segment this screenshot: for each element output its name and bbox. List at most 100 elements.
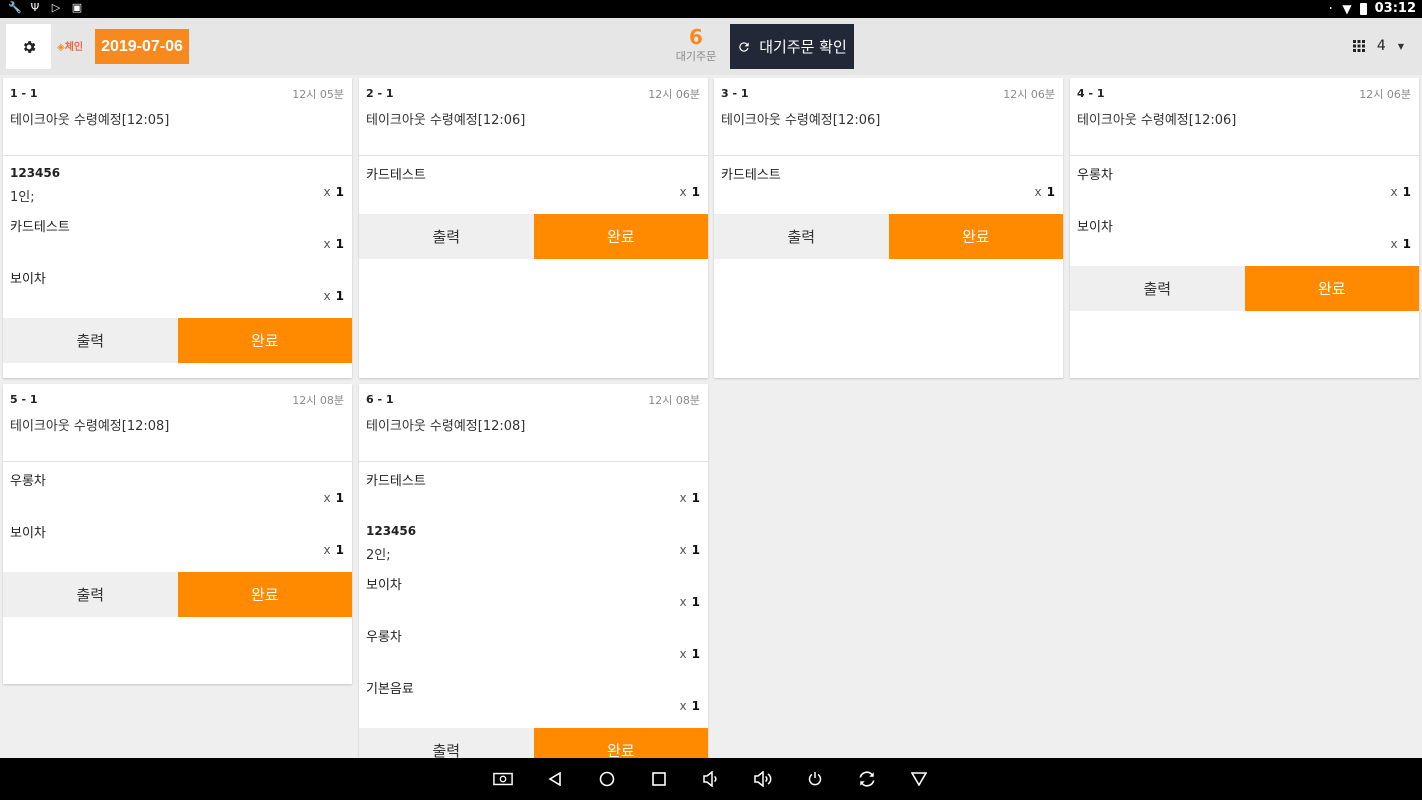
order-actions: 출력 완료 [3, 572, 352, 617]
qty-prefix: x [679, 491, 687, 505]
battery-icon [1359, 2, 1367, 15]
qty-prefix: x [1390, 185, 1398, 199]
order-card: 6 - 1 12시 08분 테이크아웃 수령예정[12:08] 카드테스트 x 1 1234… [359, 384, 708, 758]
grid-icon [1352, 40, 1365, 52]
complete-button[interactable]: 완료 [533, 214, 708, 259]
date-picker-button[interactable]: 2019-07-06 [95, 29, 189, 64]
qty-value: 1 [1402, 237, 1411, 251]
complete-button[interactable]: 완료 [177, 572, 352, 617]
home-icon[interactable] [597, 769, 617, 789]
order-card-header: 5 - 1 12시 08분 테이크아웃 수령예정[12:08] [3, 384, 352, 462]
order-items: 123456 1인; x 1 카드테스트 x 1 보이차 x 1 [3, 156, 352, 318]
order-actions: 출력 완료 [3, 318, 352, 363]
item-option: 2인; [366, 548, 391, 563]
order-description: 테이크아웃 수령예정[12:08] [10, 419, 170, 434]
back-icon[interactable] [545, 769, 565, 789]
order-time: 12시 06분 [648, 88, 700, 101]
play-store-icon: ▷ [51, 1, 61, 14]
order-item: 카드테스트 x 1 [359, 468, 708, 520]
order-actions: 출력 완료 [359, 728, 708, 758]
rotate-icon[interactable] [857, 769, 877, 789]
item-name: 보이차 [10, 272, 46, 287]
order-actions: 출력 완료 [1070, 266, 1419, 311]
qty-prefix: x [1034, 185, 1042, 199]
order-item: 우롱차 x 1 [3, 468, 352, 520]
qty-prefix: x [679, 699, 687, 713]
complete-button[interactable]: 완료 [888, 214, 1063, 259]
complete-button[interactable]: 완료 [533, 728, 708, 758]
qty-prefix: x [323, 491, 331, 505]
order-time: 12시 05분 [292, 88, 344, 101]
volume-down-icon[interactable] [701, 769, 721, 789]
item-quantity: x1 [1391, 185, 1411, 199]
status-bar: 🔧 Ψ ▷ ▣ ᛫ ▼ 03:12 [0, 0, 1422, 18]
pending-orders-counter: 6 대기주문 [666, 24, 726, 64]
qty-value: 1 [335, 289, 344, 303]
item-option: 1인; [10, 190, 35, 205]
print-button[interactable]: 출력 [1070, 266, 1245, 311]
wifi-icon: ▼ [1342, 1, 1352, 16]
order-item: 카드테스트 x 1 [714, 162, 1063, 214]
order-card: 5 - 1 12시 08분 테이크아웃 수령예정[12:08] 우롱차 x 1 보이차 x 1 출… [3, 384, 352, 684]
print-button[interactable]: 출력 [359, 728, 534, 758]
item-quantity: x1 [680, 185, 700, 199]
qty-value: 1 [335, 491, 344, 505]
brand-logo: ◈체인 [57, 42, 84, 53]
grid-value: 4 [1376, 38, 1386, 54]
qty-prefix: x [679, 543, 687, 557]
qty-prefix: x [323, 237, 331, 251]
pending-label: 대기주문 [675, 50, 717, 63]
item-name: 카드테스트 [366, 474, 426, 489]
status-time: 03:12 [1374, 1, 1416, 16]
print-button[interactable]: 출력 [714, 214, 889, 259]
order-number: 2 - 1 [366, 87, 394, 100]
item-quantity: x1 [680, 491, 700, 505]
qty-prefix: x [323, 289, 331, 303]
print-button[interactable]: 출력 [3, 318, 178, 363]
order-item: 보이차 x 1 [3, 266, 352, 318]
app-icon: ▣ [71, 1, 83, 14]
order-item: 보이차 x 1 [1070, 214, 1419, 266]
menu-down-icon[interactable] [909, 769, 929, 789]
qty-value: 1 [691, 699, 700, 713]
item-quantity: x1 [680, 647, 700, 661]
qty-prefix: x [679, 595, 687, 609]
order-item: 우롱차 x 1 [359, 624, 708, 676]
recents-icon[interactable] [649, 769, 669, 789]
qty-value: 1 [691, 543, 700, 557]
print-button[interactable]: 출력 [3, 572, 178, 617]
item-name: 우롱차 [366, 630, 402, 645]
screenshot-icon[interactable] [493, 769, 513, 789]
item-name: 보이차 [10, 526, 46, 541]
order-item: 카드테스트 x 1 [359, 162, 708, 214]
item-name: 카드테스트 [366, 168, 426, 183]
order-item: 보이차 x 1 [3, 520, 352, 572]
order-number: 3 - 1 [721, 87, 749, 100]
order-card: 4 - 1 12시 06분 테이크아웃 수령예정[12:06] 우롱차 x 1 보이차 x 1 출… [1070, 78, 1419, 378]
confirm-label: 대기주문 확인 [759, 38, 847, 56]
bluetooth-icon: ᛫ [1327, 1, 1335, 16]
item-name: 기본음료 [366, 682, 414, 697]
item-quantity: x1 [680, 595, 700, 609]
refresh-icon [739, 41, 749, 52]
volume-up-icon[interactable] [753, 769, 773, 789]
power-icon[interactable] [805, 769, 825, 789]
grid-column-selector[interactable]: 4 ▼ [1352, 38, 1404, 54]
order-items: 우롱차 x 1 보이차 x 1 [3, 462, 352, 572]
item-name: 우롱차 [10, 474, 46, 489]
order-item: 우롱차 x 1 [1070, 162, 1419, 214]
gear-icon [23, 40, 35, 53]
qty-value: 1 [691, 595, 700, 609]
order-card-header: 1 - 1 12시 05분 테이크아웃 수령예정[12:05] [3, 78, 352, 156]
order-card: 2 - 1 12시 06분 테이크아웃 수령예정[12:06] 카드테스트 x 1 출력 완료 [359, 78, 708, 378]
order-item: 보이차 x 1 [359, 572, 708, 624]
complete-button[interactable]: 완료 [177, 318, 352, 363]
complete-button[interactable]: 완료 [1244, 266, 1419, 311]
order-card: 1 - 1 12시 05분 테이크아웃 수령예정[12:05] 123456 1인; x 1… [3, 78, 352, 378]
qty-value: 1 [335, 185, 344, 199]
item-name: 카드테스트 [10, 220, 70, 235]
order-item: 기본음료 x 1 [359, 676, 708, 728]
confirm-pending-button[interactable]: 대기주문 확인 [730, 24, 854, 69]
settings-button[interactable] [6, 24, 51, 69]
print-button[interactable]: 출력 [359, 214, 534, 259]
